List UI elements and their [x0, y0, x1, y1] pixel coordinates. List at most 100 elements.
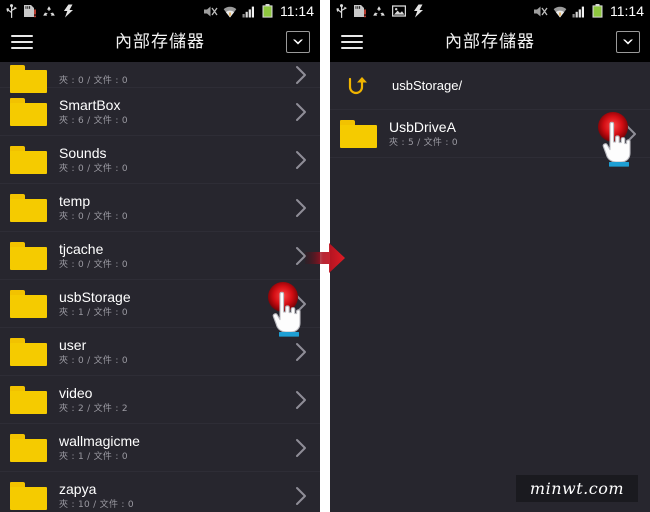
status-icons-right-right-panel: 11:14 [533, 4, 644, 18]
folder-name: zapya [59, 480, 97, 497]
sync-bolt-icon [64, 4, 73, 18]
action-bar-left: 內部存儲器 [0, 22, 320, 62]
recycle-icon [373, 5, 385, 16]
table-row[interactable]: Sounds 夾 : 0 / 文件 : 0 [0, 136, 320, 184]
right-phone-panel: 11:14 內部存儲器 usbStorage/ UsbDriveA 夾: 5 … [330, 0, 650, 512]
sdcard-alert-icon [24, 5, 36, 18]
chevron-down-icon [623, 39, 633, 45]
folder-icon [10, 385, 47, 414]
folder-counts: 夾 : 1 / 文件 : 0 [59, 307, 128, 318]
folder-counts: 夾 : 0 / 文件 : 0 [59, 211, 128, 222]
table-row[interactable]: 夾 : 0 / 文件 : 0 [0, 62, 320, 93]
table-row[interactable]: tjcache 夾 : 0 / 文件 : 0 [0, 232, 320, 280]
folder-counts: 夾 : 1 / 文件 : 0 [59, 451, 128, 462]
row-meta: wallmagicme 夾 : 1 / 文件 : 0 [59, 433, 140, 463]
folder-name: usbStorage [59, 288, 131, 305]
folder-counts: 夾 : 5 / 文件 : 0 [389, 137, 458, 148]
status-icons-right: 11:14 [203, 4, 314, 18]
table-row[interactable]: temp 夾 : 0 / 文件 : 0 [0, 184, 320, 232]
watermark: minwt.com [515, 475, 638, 502]
chevron-right-icon [295, 65, 308, 85]
file-list-right[interactable]: usbStorage/ UsbDriveA 夾 : 5 / 文件 : 0 [330, 62, 650, 512]
battery-icon [592, 4, 603, 18]
folder-icon [340, 119, 377, 148]
status-icons-left [6, 3, 75, 19]
status-clock: 11:14 [610, 3, 644, 19]
wifi-icon [223, 6, 237, 18]
tap-ripple [598, 112, 628, 142]
folder-counts: 夾 : 0 / 文件 : 0 [59, 76, 128, 86]
folder-counts: 夾 : 0 / 文件 : 0 [59, 355, 128, 366]
status-bar-right: 11:14 [330, 0, 650, 22]
row-meta: user 夾 : 0 / 文件 : 0 [59, 337, 128, 367]
folder-counts: 夾 : 0 / 文件 : 0 [59, 259, 128, 270]
folder-name: video [59, 384, 93, 401]
folder-counts: 夾 : 0 / 文件 : 0 [59, 163, 128, 174]
table-row[interactable]: user 夾 : 0 / 文件 : 0 [0, 328, 320, 376]
file-list-left[interactable]: 夾 : 0 / 文件 : 0 SmartBox 夾 : 6 / 文件 : 0 Soun… [0, 62, 320, 512]
chevron-right-icon [295, 294, 308, 314]
status-bar-left: 11:14 [0, 0, 320, 22]
chevron-right-icon [295, 438, 308, 458]
folder-counts: 夾 : 10 / 文件 : 0 [59, 499, 134, 510]
chevron-right-icon [295, 342, 308, 362]
usb-icon [336, 3, 347, 18]
signal-icon [242, 6, 254, 17]
folder-icon [10, 97, 47, 126]
recycle-icon [43, 5, 55, 16]
chevron-down-icon [293, 39, 303, 45]
row-meta: temp 夾 : 0 / 文件 : 0 [59, 193, 128, 223]
breadcrumb-path: usbStorage/ [392, 78, 463, 93]
breadcrumb-up-row[interactable]: usbStorage/ [330, 62, 650, 110]
folder-name: wallmagicme [59, 432, 140, 449]
back-arrow-icon [344, 73, 374, 99]
row-meta: SmartBox 夾 : 6 / 文件 : 0 [59, 97, 128, 127]
folder-icon [10, 481, 47, 510]
chevron-right-icon [295, 150, 308, 170]
row-meta: zapya 夾 : 10 / 文件 : 0 [59, 481, 134, 511]
sync-bolt-icon [414, 4, 423, 18]
table-row[interactable]: usbStorage 夾 : 1 / 文件 : 0 [0, 280, 320, 337]
folder-icon [10, 337, 47, 366]
chevron-right-icon [295, 198, 308, 218]
tap-ripple [268, 282, 298, 312]
left-phone-panel: 11:14 內部存儲器 夾 : 0 / 文件 : 0 SmartBox 夾 : 6 … [0, 0, 320, 512]
sdcard-alert-icon [354, 5, 366, 18]
row-meta: UsbDriveA 夾 : 5 / 文件 : 0 [389, 119, 458, 149]
folder-counts: 夾 : 2 / 文件 : 2 [59, 403, 128, 414]
mute-icon [204, 6, 218, 16]
folder-name: user [59, 336, 87, 353]
signal-icon [572, 6, 584, 17]
folder-icon [10, 433, 47, 462]
storage-dropdown-button[interactable] [616, 31, 640, 53]
row-meta: usbStorage 夾 : 1 / 文件 : 0 [59, 289, 131, 319]
action-bar-right: 內部存儲器 [330, 22, 650, 62]
row-meta: Sounds 夾 : 0 / 文件 : 0 [59, 145, 128, 175]
row-meta: 夾 : 0 / 文件 : 0 [59, 74, 128, 87]
screenshot-root: 11:14 內部存儲器 夾 : 0 / 文件 : 0 SmartBox 夾 : 6 … [0, 0, 650, 512]
row-meta: tjcache 夾 : 0 / 文件 : 0 [59, 241, 128, 271]
folder-icon [10, 145, 47, 174]
hamburger-icon[interactable] [330, 22, 374, 62]
folder-icon [10, 289, 47, 318]
folder-name: temp [59, 192, 91, 209]
table-row[interactable]: video 夾 : 2 / 文件 : 2 [0, 376, 320, 424]
folder-name: UsbDriveA [389, 118, 456, 135]
chevron-right-icon [295, 486, 308, 506]
table-row[interactable]: zapya 夾 : 10 / 文件 : 0 [0, 472, 320, 512]
table-row[interactable]: UsbDriveA 夾 : 5 / 文件 : 0 [330, 110, 650, 167]
folder-icon [10, 241, 47, 270]
table-row[interactable]: SmartBox 夾 : 6 / 文件 : 0 [0, 88, 320, 136]
chevron-right-icon [295, 102, 308, 122]
hamburger-icon[interactable] [0, 22, 44, 62]
table-row[interactable]: wallmagicme 夾 : 1 / 文件 : 0 [0, 424, 320, 472]
battery-icon [262, 4, 273, 18]
row-meta: video 夾 : 2 / 文件 : 2 [59, 385, 128, 415]
usb-icon [6, 3, 17, 18]
storage-dropdown-button[interactable] [286, 31, 310, 53]
status-clock: 11:14 [280, 3, 314, 19]
page-title: 內部存儲器 [445, 31, 535, 52]
page-title: 內部存儲器 [115, 31, 205, 52]
folder-name: SmartBox [59, 96, 121, 113]
folder-name: Sounds [59, 144, 107, 161]
